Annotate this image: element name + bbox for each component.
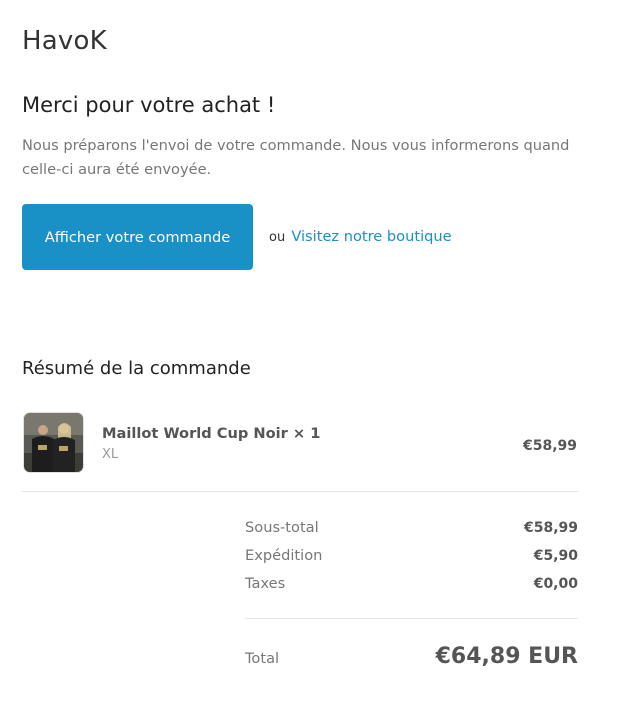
order-summary-title: Résumé de la commande (22, 358, 251, 379)
subtotal-label: Sous-total (245, 519, 319, 536)
product-variant: XL (102, 447, 119, 462)
product-thumbnail (23, 412, 84, 473)
taxes-value: €0,00 (533, 576, 578, 592)
shipping-value: €5,90 (533, 548, 578, 564)
product-image (24, 413, 83, 472)
subtotal-value: €58,99 (523, 520, 578, 536)
store-link-line: ou Visitez notre boutique (269, 228, 452, 245)
confirmation-message: Nous préparons l'envoi de votre commande… (22, 137, 570, 178)
product-name: Maillot World Cup Noir × 1 (102, 425, 321, 442)
product-price: €58,99 (522, 438, 577, 454)
visit-store-link[interactable]: Visitez notre boutique (291, 228, 451, 245)
total-value: €64,89 EUR (435, 644, 578, 669)
shipping-row: Expédition €5,90 (245, 547, 578, 564)
shipping-label: Expédition (245, 547, 323, 564)
thank-you-heading: Merci pour votre achat ! (22, 93, 276, 117)
view-order-button[interactable]: Afficher votre commande (22, 204, 253, 270)
total-label: Total (245, 650, 280, 667)
summary-divider (22, 491, 578, 492)
shop-name: HavoK (22, 26, 107, 56)
total-row: Total €64,89 EUR (245, 644, 578, 669)
or-text: ou (269, 230, 286, 245)
totals-divider (245, 618, 578, 619)
taxes-label: Taxes (245, 575, 286, 592)
taxes-row: Taxes €0,00 (245, 575, 578, 592)
subtotal-row: Sous-total €58,99 (245, 519, 578, 536)
